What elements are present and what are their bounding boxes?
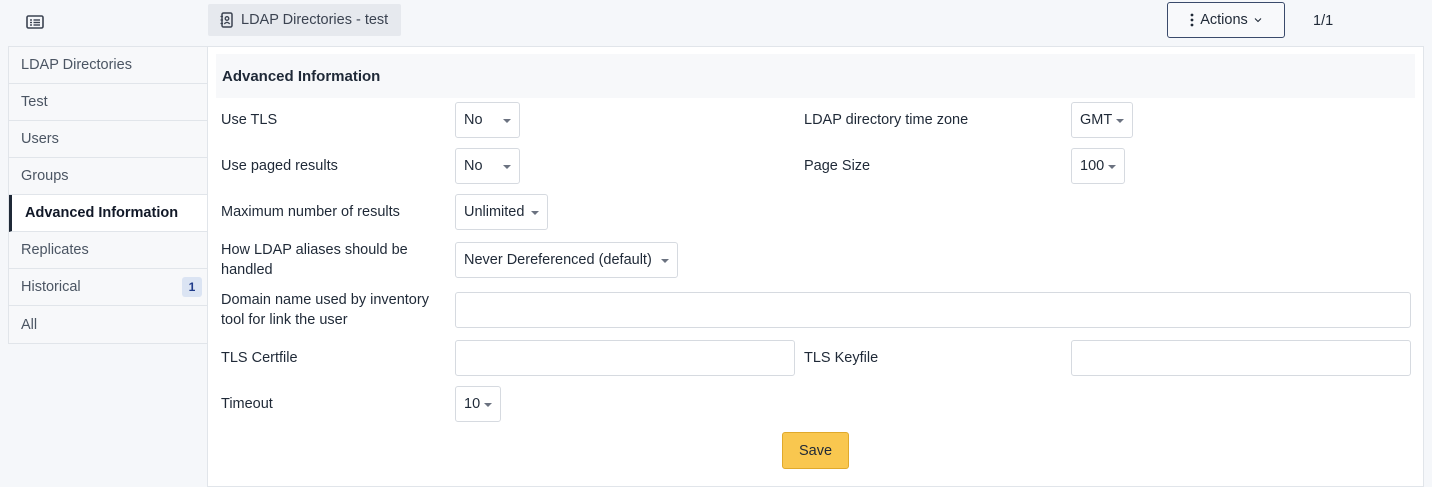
tab-groups[interactable]: Groups: [9, 158, 208, 195]
tls-keyfile-input[interactable]: [1071, 340, 1411, 376]
paged-results-select[interactable]: No: [455, 148, 520, 184]
paged-results-value: No: [464, 158, 483, 174]
time-zone-label: LDAP directory time zone: [804, 112, 969, 128]
breadcrumb-label: LDAP Directories - test: [241, 12, 389, 28]
page-size-label: Page Size: [804, 158, 871, 174]
tab-label: Advanced Information: [25, 205, 179, 221]
timeout-label: Timeout: [221, 396, 273, 412]
domain-name-label: Domain name used by inventory tool for l…: [221, 290, 429, 330]
tab-advanced-information[interactable]: Advanced Information: [9, 195, 208, 232]
list-toggle-button[interactable]: [24, 11, 46, 33]
time-zone-value: GMT: [1080, 112, 1113, 128]
list-icon: [26, 15, 44, 29]
pager-count: 1/1: [1313, 13, 1334, 29]
domain-name-label-line2: tool for link the user: [221, 312, 348, 328]
tab-label: LDAP Directories: [21, 57, 132, 73]
caret-down-icon: [531, 211, 539, 215]
aliases-label-line1: How LDAP aliases should be: [221, 242, 408, 258]
aliases-select[interactable]: Never Dereferenced (default): [455, 242, 678, 278]
caret-down-icon: [661, 259, 669, 263]
section-title: Advanced Information: [216, 54, 1415, 98]
caret-down-icon: [484, 403, 492, 407]
actions-label: Actions: [1200, 12, 1248, 28]
aliases-label: How LDAP aliases should be handled: [221, 240, 408, 280]
tab-replicates[interactable]: Replicates: [9, 232, 208, 269]
sidebar: LDAP Directories Test Users Groups Advan…: [8, 46, 208, 344]
tab-all[interactable]: All: [9, 306, 208, 343]
tab-test[interactable]: Test: [9, 84, 208, 121]
max-results-label: Maximum number of results: [221, 204, 400, 220]
tab-label: Historical: [21, 279, 81, 295]
tab-ldap-directories[interactable]: LDAP Directories: [9, 47, 208, 84]
max-results-select[interactable]: Unlimited: [455, 194, 548, 230]
tls-keyfile-label: TLS Keyfile: [804, 350, 879, 366]
main-panel: Advanced Information Use TLS No LDAP dir…: [207, 46, 1424, 487]
time-zone-select[interactable]: GMT: [1071, 102, 1133, 138]
aliases-value: Never Dereferenced (default): [464, 252, 652, 268]
domain-name-label-line1: Domain name used by inventory: [221, 292, 429, 308]
caret-down-icon: [503, 165, 511, 169]
use-tls-value: No: [464, 112, 483, 128]
caret-down-icon: [1108, 165, 1116, 169]
timeout-value: 10: [464, 396, 481, 412]
paged-results-label: Use paged results: [221, 158, 338, 174]
save-button[interactable]: Save: [782, 432, 849, 469]
tab-label: All: [21, 316, 38, 333]
tab-label: Replicates: [21, 242, 89, 258]
use-tls-label: Use TLS: [221, 112, 278, 128]
actions-button[interactable]: Actions: [1167, 2, 1285, 38]
kebab-icon: [1190, 13, 1194, 27]
domain-name-input[interactable]: [455, 292, 1411, 328]
tab-historical[interactable]: Historical 1: [9, 269, 208, 306]
tab-users[interactable]: Users: [9, 121, 208, 158]
tab-label: Groups: [21, 168, 69, 184]
address-book-icon: [220, 12, 233, 28]
page-size-select[interactable]: 100: [1071, 148, 1125, 184]
page-size-value: 100: [1080, 158, 1105, 174]
tls-certfile-label: TLS Certfile: [221, 350, 298, 366]
tab-label: Test: [21, 94, 48, 110]
caret-down-icon: [1116, 119, 1124, 123]
tls-certfile-input[interactable]: [455, 340, 795, 376]
breadcrumb[interactable]: LDAP Directories - test: [208, 4, 402, 36]
historical-count-badge: 1: [182, 277, 202, 297]
use-tls-select[interactable]: No: [455, 102, 520, 138]
timeout-select[interactable]: 10: [455, 386, 501, 422]
tab-label: Users: [21, 131, 59, 147]
max-results-value: Unlimited: [464, 204, 525, 220]
caret-down-icon: [503, 119, 511, 123]
chevron-down-icon: [1254, 18, 1262, 23]
aliases-label-line2: handled: [221, 262, 273, 278]
